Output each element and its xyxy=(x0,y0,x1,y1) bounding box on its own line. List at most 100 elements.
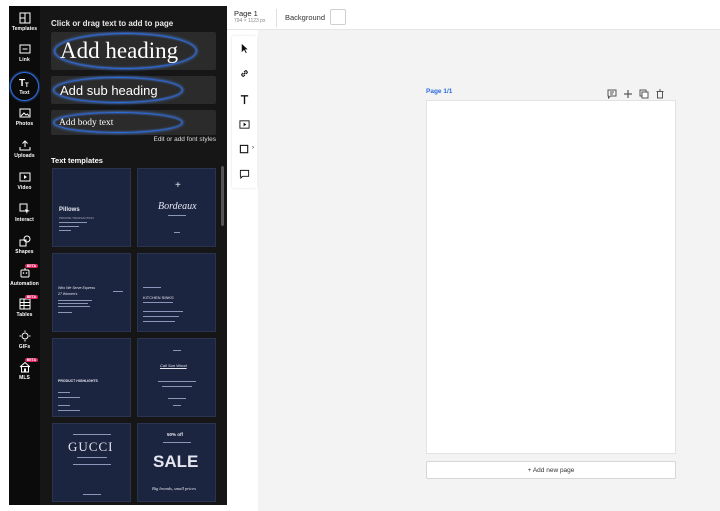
template-line xyxy=(158,381,196,383)
template-line xyxy=(83,494,101,496)
highlight-circle xyxy=(10,72,39,101)
template-title: PRODUCT HIGHLIGHTS xyxy=(58,379,98,383)
rail-item-photos[interactable]: Photos xyxy=(9,107,40,127)
template-line xyxy=(113,291,123,293)
tool-palette: › xyxy=(232,36,257,188)
add-body-text-button[interactable]: Add body text xyxy=(51,110,216,135)
rail-item-tables[interactable]: BETA Tables xyxy=(9,295,40,318)
add-heading-label: Add heading xyxy=(60,38,179,63)
template-line xyxy=(59,226,79,228)
shape-tool[interactable] xyxy=(236,141,253,158)
text-template-card[interactable]: 50% off SALE Big brands, small prices xyxy=(137,423,216,502)
template-line xyxy=(58,312,72,314)
template-sub: PRIVATE TRANSACTION xyxy=(59,216,94,220)
page-duplicate-button[interactable] xyxy=(639,86,649,99)
add-subheading-label: Add sub heading xyxy=(60,82,158,98)
editor-app: Templates Link TT Text Photos Uploads Vi… xyxy=(0,0,720,511)
photo-icon xyxy=(19,108,30,118)
page-title: Page 1 xyxy=(234,9,258,18)
page-size: 794 × 1123 px xyxy=(234,18,266,24)
rail-label: Photos xyxy=(15,121,34,127)
template-line xyxy=(58,410,80,412)
comment-icon xyxy=(239,169,250,180)
shapes-icon xyxy=(19,235,30,247)
template-line xyxy=(174,232,180,234)
template-line xyxy=(73,434,111,436)
template-title: Who We Serve Express xyxy=(58,286,96,290)
rail-item-mls[interactable]: BETA MLS xyxy=(9,358,40,381)
template-line xyxy=(168,215,186,217)
template-line xyxy=(173,405,181,407)
panel-hint: Click or drag text to add to page xyxy=(51,19,174,28)
link-icon xyxy=(241,70,248,77)
rail-label: Automation xyxy=(10,281,39,287)
page-canvas[interactable] xyxy=(426,100,676,454)
background-color-swatch[interactable] xyxy=(330,9,346,25)
rail-label: Uploads xyxy=(14,153,35,159)
edit-font-styles-link[interactable]: Edit or add font styles xyxy=(153,136,216,143)
rail-item-text[interactable]: TT Text xyxy=(9,72,40,101)
link-box-icon xyxy=(19,44,30,54)
text-template-card[interactable]: PRODUCT HIGHLIGHTS xyxy=(52,338,131,417)
template-line xyxy=(143,287,161,289)
chevron-right-icon[interactable]: › xyxy=(252,145,254,151)
template-line xyxy=(162,386,192,388)
template-line xyxy=(59,230,71,232)
template-line xyxy=(58,397,80,399)
rail-label: Interact xyxy=(15,217,34,223)
rail-label: MLS xyxy=(19,375,30,381)
text-panel: Click or drag text to add to page Add he… xyxy=(40,6,227,505)
rail-item-shapes[interactable]: Shapes xyxy=(9,235,40,255)
rail-item-interact[interactable]: Interact xyxy=(9,203,40,223)
top-bar: Page 1 794 × 1123 px Background xyxy=(227,6,720,30)
video-tool[interactable] xyxy=(236,116,253,133)
panel-scrollbar[interactable] xyxy=(221,166,224,226)
video-icon xyxy=(239,120,250,129)
template-line xyxy=(58,303,88,305)
template-line xyxy=(59,222,87,224)
background-label: Background xyxy=(285,13,326,22)
rail-item-uploads[interactable]: Uploads xyxy=(9,139,40,159)
page-delete-button[interactable] xyxy=(655,86,665,99)
template-title: Call Sun Wood xyxy=(160,363,187,368)
interact-icon xyxy=(19,203,30,214)
rail-item-link[interactable]: Link xyxy=(9,43,40,63)
plus-icon xyxy=(624,90,632,98)
template-line xyxy=(168,398,186,400)
template-line xyxy=(173,350,181,352)
beta-badge: BETA xyxy=(24,358,38,362)
template-line xyxy=(58,306,90,308)
house-icon xyxy=(19,361,30,373)
text-template-card[interactable]: + Bordeaux xyxy=(137,168,216,247)
add-heading-button[interactable]: Add heading xyxy=(51,32,216,70)
template-bottom: Big brands, small prices xyxy=(152,486,197,491)
select-tool[interactable] xyxy=(236,40,253,57)
template-line xyxy=(163,442,191,444)
link-tool[interactable] xyxy=(236,65,253,82)
rail-label: Tables xyxy=(16,312,33,318)
template-title: SALE xyxy=(153,452,199,471)
template-title: Bordeaux xyxy=(158,201,197,212)
text-template-card[interactable]: KITCHEN SINKS xyxy=(137,253,216,332)
page-comment-button[interactable] xyxy=(607,86,617,100)
text-template-card[interactable]: GUCCI xyxy=(52,423,131,502)
text-tool[interactable] xyxy=(236,91,253,108)
rail-item-video[interactable]: Video xyxy=(9,171,40,191)
add-subheading-button[interactable]: Add sub heading xyxy=(51,76,216,104)
upload-icon xyxy=(19,140,30,151)
template-line xyxy=(58,405,70,407)
page-add-button[interactable] xyxy=(623,86,633,98)
add-new-page-button[interactable]: + Add new page xyxy=(426,461,676,479)
rail-label: Shapes xyxy=(15,249,34,255)
text-template-card[interactable]: Pillows PRIVATE TRANSACTION xyxy=(52,168,131,247)
rail-item-gifs[interactable]: GIFs xyxy=(9,330,40,350)
templates-icon xyxy=(19,12,30,24)
video-icon xyxy=(19,172,30,182)
text-template-card[interactable]: Call Sun Wood xyxy=(137,338,216,417)
rail-item-automation[interactable]: BETA Automation xyxy=(9,264,40,287)
text-template-card[interactable]: Who We Serve Express 27 Women's xyxy=(52,253,131,332)
beta-badge: BETA xyxy=(24,295,38,299)
template-line xyxy=(77,457,107,459)
rail-item-templates[interactable]: Templates xyxy=(9,12,40,32)
comment-tool[interactable] xyxy=(236,166,253,183)
